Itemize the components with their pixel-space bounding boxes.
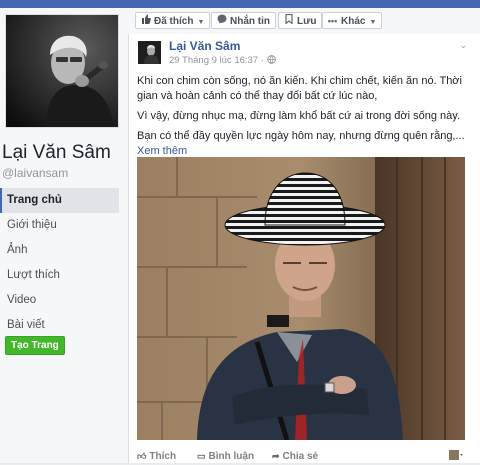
message-icon <box>216 13 227 30</box>
post-photo[interactable] <box>137 157 465 440</box>
share-icon: ➦ <box>272 451 280 461</box>
message-button[interactable]: Nhắn tin <box>211 12 276 29</box>
post-paragraph: Vì vậy, đừng nhục mạ, đừng làm khổ bất c… <box>137 110 461 122</box>
post-author-name[interactable]: Lại Văn Sâm <box>169 39 240 53</box>
nav-item-likes[interactable]: Lượt thích <box>0 263 119 288</box>
share-action-label: Chia sẻ <box>282 451 319 462</box>
more-button-label: Khác <box>341 16 366 27</box>
comment-action-label: Bình luận <box>208 451 255 462</box>
save-button-label: Lưu <box>297 16 317 27</box>
chevron-down-icon: ▼ <box>197 19 205 26</box>
post-timestamp[interactable]: 29 Tháng 9 lúc 16:37 · <box>169 55 267 66</box>
thumbs-up-icon: 👍︎ <box>137 451 147 461</box>
comment-action[interactable]: ▭ Bình luận <box>197 451 254 462</box>
like-action[interactable]: 👍︎ Thích <box>137 451 176 462</box>
post-paragraph: Khi con chim còn sống, nó ăn kiến. Khi c… <box>137 75 462 102</box>
post-author-avatar[interactable] <box>138 41 161 64</box>
page-action-bar: Đã thích ▼ Nhắn tin Lưu ••• Khác ▼ <box>128 8 480 35</box>
bookmark-icon <box>283 13 294 30</box>
comment-icon: ▭ <box>197 451 206 461</box>
page-handle[interactable]: @laivansam <box>2 166 68 180</box>
post-text: Khi con chim còn sống, nó ăn kiến. Khi c… <box>137 74 472 159</box>
nav-item-about[interactable]: Giới thiệu <box>0 213 119 238</box>
post-paragraph: Bạn có thể đầy quyền lực ngày hôm nay, n… <box>137 130 465 142</box>
save-button[interactable]: Lưu <box>278 12 323 30</box>
post-card: Lại Văn Sâm 29 Tháng 9 lúc 16:37 · ⌄ Khi… <box>128 34 480 463</box>
left-column: Lại Văn Sâm @laivansam Trang chủ Giới th… <box>0 8 128 463</box>
nav-item-home[interactable]: Trang chủ <box>0 188 119 213</box>
post-meta: 29 Tháng 9 lúc 16:37 · <box>169 55 276 66</box>
profile-picture[interactable] <box>6 15 118 127</box>
liked-button-label: Đã thích <box>154 16 194 27</box>
thumbs-up-icon <box>140 13 151 30</box>
chevron-down-icon: ▼ <box>369 19 377 26</box>
reaction-avatar-icon[interactable] <box>449 449 463 464</box>
message-button-label: Nhắn tin <box>230 16 270 27</box>
profile-picture-frame[interactable] <box>5 14 119 128</box>
create-page-button[interactable]: Tạo Trang <box>5 336 65 355</box>
more-button[interactable]: ••• Khác ▼ <box>322 12 383 29</box>
top-navigation-bar <box>0 0 480 8</box>
liked-button[interactable]: Đã thích ▼ <box>135 12 211 30</box>
like-action-label: Thích <box>149 451 177 462</box>
more-dots-icon: ••• <box>327 16 338 26</box>
nav-item-photos[interactable]: Ảnh <box>0 238 119 263</box>
page-navigation: Trang chủ Giới thiệu Ảnh Lượt thích Vide… <box>0 188 119 338</box>
share-action[interactable]: ➦ Chia sẻ <box>272 451 318 462</box>
post-options-chevron-icon[interactable]: ⌄ <box>459 40 467 51</box>
nav-item-videos[interactable]: Video <box>0 288 119 313</box>
globe-icon <box>266 55 276 66</box>
nav-item-posts[interactable]: Bài viết <box>0 313 119 338</box>
page-name[interactable]: Lại Văn Sâm <box>2 142 111 164</box>
